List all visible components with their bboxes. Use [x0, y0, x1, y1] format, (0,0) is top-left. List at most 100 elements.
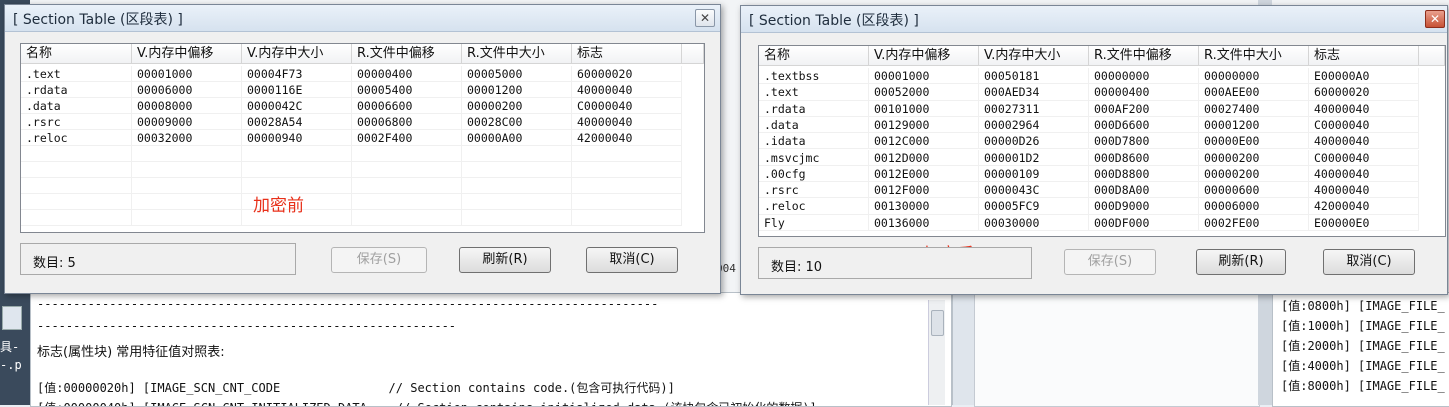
- table-cell: 00006000: [132, 82, 242, 98]
- table-cell: 00000400: [1089, 84, 1199, 101]
- editor-scrollbar[interactable]: [928, 300, 945, 405]
- left-strip-line: 具-: [0, 340, 20, 354]
- count-status: 数目: 5: [20, 243, 296, 275]
- table-cell: 00001200: [1199, 116, 1309, 134]
- titlebar[interactable]: [ Section Table (区段表) ] ✕: [741, 6, 1447, 33]
- right-text-editor[interactable]: [值:0800h] [IMAGE_FILE_ [值:1000h] [IMAGE_…: [1272, 292, 1449, 407]
- empty-cell: [132, 210, 242, 226]
- table-cell: 00000200: [1199, 165, 1309, 183]
- table-cell: .msvcjmc: [759, 149, 869, 166]
- column-header[interactable]: 标志: [572, 44, 682, 64]
- column-header[interactable]: V.内存中偏移: [869, 46, 979, 66]
- column-header-filler: [1419, 46, 1445, 66]
- refresh-button[interactable]: 刷新(R): [1196, 249, 1286, 275]
- section-table-dialog-after: [ Section Table (区段表) ] ✕ 名称 V.内存中偏移 V.内…: [740, 5, 1448, 295]
- table-cell: 00006800: [352, 114, 462, 130]
- scrollbar-thumb[interactable]: [931, 310, 944, 336]
- titlebar[interactable]: [ Section Table (区段表) ] ✕: [5, 5, 720, 32]
- empty-cell: [132, 162, 242, 178]
- table-cell: 000D6600: [1089, 116, 1199, 134]
- column-header[interactable]: R.文件中大小: [462, 44, 572, 64]
- table-cell: 00000109: [979, 165, 1089, 183]
- cancel-button[interactable]: 取消(C): [1323, 249, 1415, 275]
- table-cell: .data: [759, 116, 869, 134]
- table-cell: 0012D000: [869, 149, 979, 166]
- table-row[interactable]: .idata 0012C000 00000D26 000D7800 00000E00 40…: [759, 133, 1445, 150]
- table-cell: 00006000: [1199, 198, 1309, 215]
- table-cell: 00005000: [462, 66, 572, 82]
- table-row[interactable]: .rsrc 0012F000 0000043C 000D8A00 00000600 400…: [759, 182, 1445, 199]
- table-cell: .rsrc: [759, 182, 869, 199]
- table-row[interactable]: Fly 00136000 00030000 000DF000 0002FE00 E0000…: [759, 214, 1445, 231]
- table-row[interactable]: .rsrc 00009000 00028A54 00006800 00028C00 400…: [21, 114, 704, 130]
- column-header[interactable]: R.文件中偏移: [352, 44, 462, 64]
- column-header[interactable]: R.文件中偏移: [1089, 46, 1199, 66]
- middle-pane: [974, 292, 1260, 407]
- empty-row: [21, 210, 704, 226]
- empty-cell: [572, 162, 682, 178]
- empty-cell: [21, 210, 132, 226]
- table-row[interactable]: .text 00052000 000AED34 00000400 000AEE00 600…: [759, 84, 1445, 101]
- editor-line: 标志(属性块) 常用特征值对照表:: [37, 345, 225, 360]
- table-row[interactable]: .00cfg 0012E000 00000109 000D8800 00000200 40…: [759, 165, 1445, 183]
- table-cell: 42000040: [1309, 198, 1419, 215]
- table-row[interactable]: .data 00008000 0000042C 00006600 00000200 C00…: [21, 98, 704, 114]
- table-cell: Fly: [759, 214, 869, 231]
- save-button[interactable]: 保存(S): [331, 247, 427, 273]
- table-cell: .rdata: [21, 82, 132, 98]
- table-cell: 0012C000: [869, 133, 979, 150]
- text-editor[interactable]: ----------------------------------------…: [30, 292, 952, 407]
- table-cell: C0000040: [1309, 116, 1419, 134]
- refresh-button[interactable]: 刷新(R): [459, 247, 551, 273]
- table-cell: C0000040: [572, 98, 682, 114]
- column-header[interactable]: V.内存中大小: [979, 46, 1089, 66]
- right-editor-line: [值:0800h] [IMAGE_FILE_: [1281, 299, 1445, 313]
- table-cell: 00000200: [1199, 149, 1309, 166]
- table-cell: 00028A54: [242, 114, 352, 130]
- save-button[interactable]: 保存(S): [1064, 249, 1156, 275]
- table-cell: 00000600: [1199, 182, 1309, 199]
- table-cell: 00001000: [869, 68, 979, 85]
- section-table[interactable]: 名称 V.内存中偏移 V.内存中大小 R.文件中偏移 R.文件中大小 标志 .t…: [20, 43, 705, 233]
- table-row[interactable]: .reloc 00032000 00000940 0002F400 00000A00 42…: [21, 130, 704, 146]
- table-row[interactable]: .rdata 00101000 00027311 000AF200 00027400 40…: [759, 100, 1445, 117]
- right-editor-line: [值:1000h] [IMAGE_FILE_: [1281, 319, 1445, 333]
- close-button[interactable]: ✕: [695, 9, 715, 27]
- column-header[interactable]: V.内存中大小: [242, 44, 352, 64]
- table-cell: 0000042C: [242, 98, 352, 114]
- section-table[interactable]: 名称 V.内存中偏移 V.内存中大小 R.文件中偏移 R.文件中大小 标志 .t…: [758, 45, 1446, 237]
- table-cell: 00136000: [869, 214, 979, 231]
- table-cell: C0000040: [1309, 149, 1419, 166]
- table-row[interactable]: .reloc 00130000 00005FC9 000D9000 00006000 42…: [759, 198, 1445, 215]
- table-row[interactable]: .textbss 00001000 00050181 00000000 00000000…: [759, 68, 1445, 85]
- empty-cell: [462, 210, 572, 226]
- table-cell: .rsrc: [21, 114, 132, 130]
- table-cell: 00052000: [869, 84, 979, 101]
- empty-cell: [462, 178, 572, 194]
- table-cell: 40000040: [572, 82, 682, 98]
- cancel-button[interactable]: 取消(C): [586, 247, 678, 273]
- column-header[interactable]: R.文件中大小: [1199, 46, 1309, 66]
- editor-line: [值:00000040h] [IMAGE_SCN_CNT_INITIALIZED…: [37, 399, 817, 406]
- table-row[interactable]: .rdata 00006000 0000116E 00005400 00001200 40…: [21, 82, 704, 98]
- file-icon[interactable]: [2, 306, 22, 330]
- empty-cell: [352, 146, 462, 162]
- right-editor-line: [值:2000h] [IMAGE_FILE_: [1281, 339, 1445, 353]
- table-row[interactable]: .data 00129000 00002964 000D6600 00001200 C00…: [759, 116, 1445, 134]
- close-button[interactable]: ✕: [1425, 10, 1445, 28]
- column-header[interactable]: V.内存中偏移: [132, 44, 242, 64]
- empty-cell: [462, 146, 572, 162]
- column-header[interactable]: 名称: [21, 44, 132, 64]
- column-header[interactable]: 标志: [1309, 46, 1419, 66]
- empty-row: [21, 194, 704, 210]
- table-cell: 0002FE00: [1199, 214, 1309, 231]
- table-row[interactable]: .text 00001000 00004F73 00000400 00005000 600…: [21, 66, 704, 82]
- annotation-before-encryption: 加密前: [253, 196, 304, 216]
- table-row[interactable]: .msvcjmc 0012D000 000001D2 000D8600 00000200…: [759, 149, 1445, 166]
- right-editor-line: [值:8000h] [IMAGE_FILE_: [1281, 379, 1445, 393]
- column-header[interactable]: 名称: [759, 46, 869, 66]
- table-cell: .text: [21, 66, 132, 82]
- table-cell: 000AED34: [979, 84, 1089, 101]
- count-status: 数目: 10: [758, 247, 1032, 279]
- column-header-filler: [682, 44, 704, 64]
